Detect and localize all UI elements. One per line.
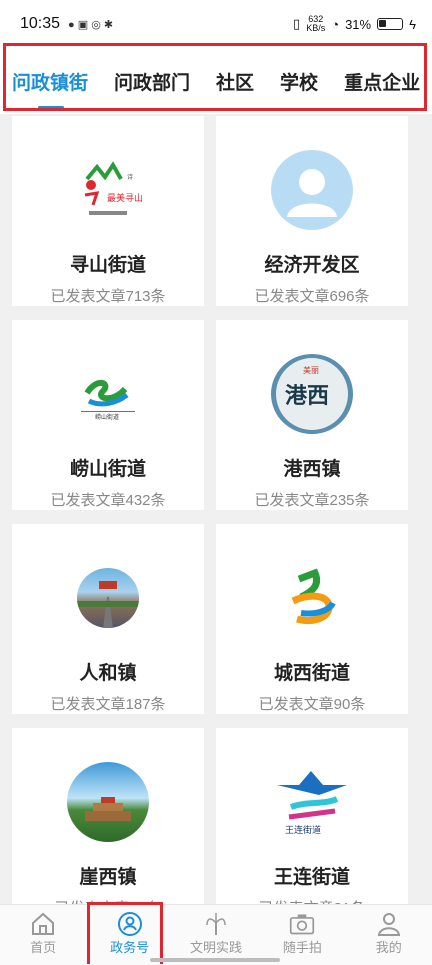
default-avatar-icon — [271, 150, 353, 230]
nav-label: 政务号 — [110, 940, 150, 955]
bottom-navigation: 首页 政务号 文明实践 随手拍 我的 — [0, 904, 432, 965]
status-time: 10:35 — [20, 15, 61, 32]
account-name: 经济开发区 — [264, 255, 360, 276]
article-count: 已发表文章713条 — [50, 288, 166, 305]
vibrate-icon: ▯ — [293, 16, 301, 31]
laoshan-logo-text: 崂山街道 — [95, 413, 119, 421]
nav-profile[interactable]: 我的 — [346, 905, 432, 956]
wanglian-logo: 王连街道 — [271, 762, 353, 842]
renhe-photo — [77, 568, 139, 628]
profile-icon — [376, 911, 402, 937]
category-tabs: 问政镇街 问政部门 社区 学校 重点企业 — [0, 48, 432, 114]
network-speed: 632 KB/s — [306, 14, 326, 33]
nav-gov-account[interactable]: 政务号 — [87, 905, 173, 956]
nav-civilization[interactable]: 文明实践 — [173, 905, 259, 956]
account-name: 城西街道 — [273, 663, 350, 684]
account-card-development-zone[interactable]: 经济开发区 已发表文章696条 — [216, 116, 408, 306]
tab-community[interactable]: 社区 — [216, 68, 254, 95]
battery-percent: 31% — [345, 16, 372, 32]
battery-icon — [377, 18, 404, 30]
gangxi-logo-text: 港西 — [285, 383, 329, 409]
wifi-icon: ◔ — [331, 16, 340, 32]
nav-home[interactable]: 首页 — [0, 905, 86, 956]
nav-label: 随手拍 — [282, 940, 322, 955]
article-count: 已发表文章235条 — [254, 492, 370, 509]
home-icon — [30, 911, 56, 937]
svg-text:美丽: 美丽 — [303, 365, 319, 375]
nav-label: 文明实践 — [189, 940, 242, 955]
account-card-chengxi[interactable]: 城西街道 已发表文章90条 — [216, 524, 408, 714]
account-card-gangxi[interactable]: 港西 美丽 港西镇 已发表文章235条 — [216, 320, 408, 510]
civilization-icon — [203, 911, 229, 937]
laoshan-logo: 崂山街道 — [67, 354, 149, 434]
account-card-laoshan[interactable]: 崂山街道 崂山街道 已发表文章432条 — [12, 320, 204, 510]
chengxi-logo — [271, 558, 353, 638]
home-indicator — [150, 958, 280, 962]
account-name: 王连街道 — [273, 867, 350, 888]
tab-town-street[interactable]: 问政镇街 — [12, 68, 88, 109]
account-card-wanglian[interactable]: 王连街道 王连街道 已发表文章81条 — [216, 728, 408, 918]
nav-label: 首页 — [30, 940, 57, 955]
status-bar: 10:35 ● ▣ ◎ ✱ ▯ 632 KB/s ◔ 31% ϟ — [0, 0, 432, 48]
account-name: 港西镇 — [283, 459, 341, 480]
account-name: 崂山街道 — [69, 459, 146, 480]
wanglian-logo-text: 王连街道 — [285, 824, 321, 836]
article-count: 已发表文章187条 — [50, 696, 166, 713]
tab-key-enterprise[interactable]: 重点企业 — [344, 68, 420, 95]
account-name: 寻山街道 — [69, 255, 146, 276]
tab-school[interactable]: 学校 — [280, 68, 318, 95]
charging-icon: ϟ — [409, 16, 416, 32]
account-name: 人和镇 — [79, 663, 137, 684]
account-card-yaxi[interactable]: 崖西镇 已发表文章85条 — [12, 728, 204, 918]
article-count: 已发表文章696条 — [254, 288, 370, 305]
tab-department[interactable]: 问政部门 — [114, 68, 190, 95]
svg-text:诗: 诗 — [127, 173, 133, 181]
article-count: 已发表文章90条 — [258, 696, 366, 713]
nav-snapshot[interactable]: 随手拍 — [259, 905, 345, 956]
account-name: 崖西镇 — [79, 867, 137, 888]
yaxi-photo — [67, 762, 149, 842]
account-card-renhe[interactable]: 人和镇 已发表文章187条 — [12, 524, 204, 714]
gov-account-icon — [117, 911, 143, 937]
nav-label: 我的 — [375, 940, 402, 955]
gangxi-logo: 港西 美丽 — [271, 354, 353, 434]
article-count: 已发表文章432条 — [50, 492, 166, 509]
camera-icon — [289, 911, 315, 937]
xunshan-logo: 最美寻山 诗 — [67, 150, 149, 230]
account-card-xunshan[interactable]: 最美寻山 诗 寻山街道 已发表文章713条 — [12, 116, 204, 306]
notification-icons: ● ▣ ◎ ✱ — [68, 18, 114, 31]
xunshan-logo-text: 最美寻山 — [107, 192, 143, 204]
